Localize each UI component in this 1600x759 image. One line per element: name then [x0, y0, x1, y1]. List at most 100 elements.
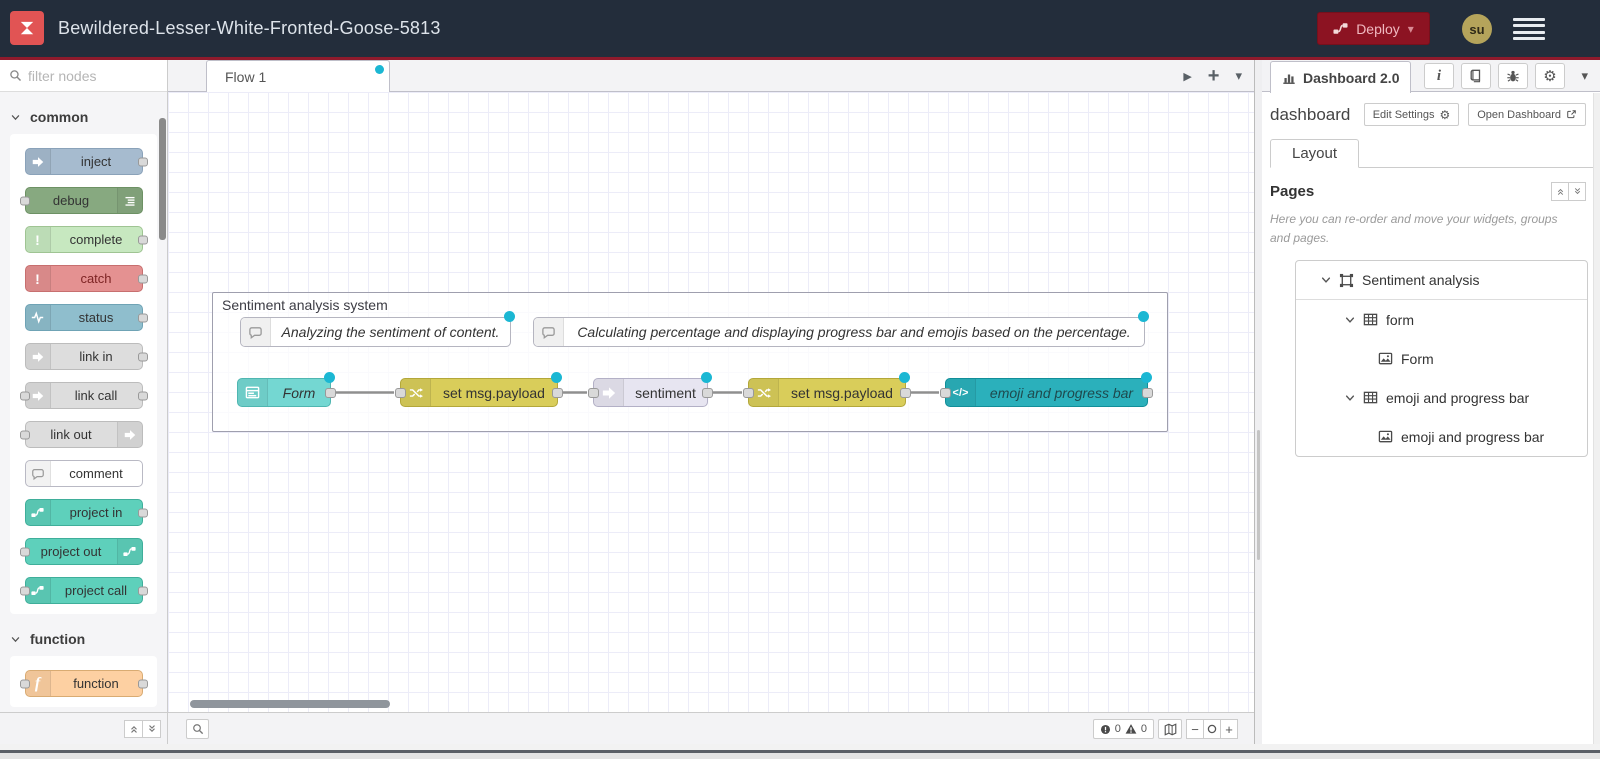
palette-node-inject[interactable]: inject	[24, 148, 148, 175]
flow-group-sentiment-analysis[interactable]: Sentiment analysis system	[212, 292, 1168, 432]
flow-tab-bar: Flow 1 ▶ + ▾	[168, 60, 1254, 92]
chevron-down-icon[interactable]	[1344, 314, 1356, 326]
debug-tab-button[interactable]	[1498, 63, 1528, 89]
input-port[interactable]	[743, 387, 754, 398]
tree-row-page-sentiment-analysis[interactable]: Sentiment analysis	[1296, 261, 1587, 301]
output-port[interactable]	[900, 387, 911, 398]
flow-canvas[interactable]: Sentiment analysis system Analyzing the …	[168, 92, 1254, 712]
sidebar-menu-caret[interactable]: ▾	[1581, 68, 1588, 84]
output-port[interactable]	[702, 387, 713, 398]
collapse-all-categories-button[interactable]	[124, 720, 143, 738]
tree-row-widget-form[interactable]: Form	[1296, 339, 1587, 378]
palette-filter-input[interactable]: filter nodes	[0, 60, 167, 92]
output-port	[137, 679, 148, 688]
brand-logo[interactable]	[10, 11, 44, 45]
sidebar-subtab-bar: Layout	[1270, 139, 1600, 168]
filter-placeholder: filter nodes	[28, 67, 97, 84]
palette-category-function[interactable]: function	[0, 626, 167, 652]
app-header: Bewildered-Lesser-White-Fronted-Goose-58…	[0, 0, 1600, 57]
palette-node-function[interactable]: f function	[19, 670, 148, 697]
sidebar-scrollbar-track[interactable]	[1593, 93, 1600, 744]
main-menu-icon[interactable]	[1513, 18, 1545, 40]
input-port[interactable]	[395, 387, 406, 398]
tab-dashboard-2[interactable]: Dashboard 2.0	[1270, 61, 1412, 93]
pages-section-title: Pages	[1270, 183, 1315, 200]
tab-layout[interactable]: Layout	[1270, 139, 1360, 168]
flow-node-sentiment[interactable]: sentiment	[588, 372, 713, 407]
palette-node-project-out[interactable]: project out	[19, 538, 143, 565]
input-port	[19, 586, 30, 595]
next-tab-icon[interactable]: ▶	[1183, 70, 1191, 83]
sidebar-splitter[interactable]	[1254, 60, 1262, 744]
zoom-in-button[interactable]: +	[1220, 719, 1238, 739]
input-port[interactable]	[588, 387, 599, 398]
palette-node-comment[interactable]: comment	[24, 460, 143, 487]
horizontal-scrollbar[interactable]	[190, 700, 390, 708]
deploy-options-caret[interactable]: ▾	[1408, 22, 1414, 36]
modified-indicator	[1141, 372, 1152, 383]
palette-node-debug[interactable]: debug	[19, 187, 143, 214]
category-label: common	[30, 109, 89, 125]
config-tab-button[interactable]: ⚙	[1535, 63, 1565, 89]
flow-node-form[interactable]: Form	[237, 372, 336, 407]
flow-node-set-msg-payload-2[interactable]: set msg.payload	[743, 372, 911, 407]
flow-node-set-msg-payload-1[interactable]: set msg.payload	[395, 372, 563, 407]
palette-node-status[interactable]: status	[24, 304, 148, 331]
add-flow-button[interactable]: +	[1208, 65, 1220, 88]
output-port	[137, 508, 148, 517]
palette-node-catch[interactable]: ! catch	[24, 265, 148, 292]
group-grid-icon	[1363, 312, 1378, 327]
palette-node-link-out[interactable]: link out	[19, 421, 143, 448]
palette-node-project-call[interactable]: project call	[19, 577, 148, 604]
collapse-all-pages-button[interactable]	[1551, 182, 1569, 201]
search-flows-button[interactable]	[186, 719, 209, 739]
comment-node-analyzing[interactable]: Analyzing the sentiment of content.	[240, 311, 515, 347]
workspace-footer: 0 0 − +	[168, 712, 1254, 744]
navigator-map-button[interactable]	[1158, 719, 1182, 739]
node-red-editor: Bewildered-Lesser-White-Fronted-Goose-58…	[0, 0, 1600, 759]
help-tab-button[interactable]	[1461, 63, 1491, 89]
tab-flow-1[interactable]: Flow 1	[206, 60, 390, 92]
link-arrow-icon	[25, 344, 51, 369]
output-port[interactable]	[552, 387, 563, 398]
tree-row-group-form[interactable]: form	[1296, 300, 1587, 339]
edit-settings-button[interactable]: Edit Settings ⚙	[1363, 103, 1460, 126]
info-tab-button[interactable]: i	[1424, 63, 1454, 89]
widget-image-icon	[1378, 429, 1393, 444]
modified-indicator	[1138, 311, 1149, 322]
tree-row-widget-emoji-progress-bar[interactable]: emoji and progress bar	[1296, 417, 1587, 456]
expand-all-categories-button[interactable]	[142, 720, 161, 738]
palette-node-link-in[interactable]: link in	[24, 343, 148, 370]
modified-indicator	[899, 372, 910, 383]
zoom-reset-button[interactable]	[1203, 719, 1221, 739]
bar-chart-icon	[1282, 71, 1296, 85]
form-icon	[238, 379, 268, 406]
project-link-icon	[25, 500, 51, 525]
palette-scrollbar[interactable]	[159, 118, 166, 240]
chevron-down-icon[interactable]	[1320, 274, 1332, 286]
deploy-button[interactable]: Deploy ▾	[1317, 12, 1430, 45]
palette-node-project-in[interactable]: project in	[24, 499, 148, 526]
right-sidebar: Dashboard 2.0 i ⚙ ▾ dashboard Edit Setti…	[1262, 60, 1600, 744]
open-dashboard-button[interactable]: Open Dashboard	[1468, 103, 1586, 126]
splitter-handle[interactable]	[1257, 430, 1260, 560]
palette-node-complete[interactable]: ! complete	[24, 226, 148, 253]
notification-counts[interactable]: 0 0	[1092, 719, 1154, 739]
palette-node-link-call[interactable]: link call	[19, 382, 148, 409]
output-port[interactable]	[1142, 387, 1153, 398]
node-palette: filter nodes common inject debug ! compl…	[0, 60, 168, 712]
input-port[interactable]	[940, 387, 951, 398]
chevron-down-icon[interactable]	[1344, 392, 1356, 404]
tab-label: Dashboard 2.0	[1303, 69, 1400, 86]
zoom-out-button[interactable]: −	[1186, 719, 1204, 739]
category-label: function	[30, 631, 86, 647]
flow-list-caret[interactable]: ▾	[1235, 68, 1242, 84]
tree-row-group-emoji-progress-bar[interactable]: emoji and progress bar	[1296, 378, 1587, 417]
palette-category-common[interactable]: common	[0, 104, 167, 130]
expand-all-pages-button[interactable]	[1568, 182, 1586, 201]
group-label: Sentiment analysis system	[222, 297, 388, 313]
flow-node-emoji-progress-bar[interactable]: </> emoji and progress bar	[940, 372, 1153, 407]
output-port[interactable]	[325, 387, 336, 398]
user-avatar[interactable]: su	[1462, 14, 1492, 44]
comment-node-calculating[interactable]: Calculating percentage and displaying pr…	[533, 311, 1149, 347]
